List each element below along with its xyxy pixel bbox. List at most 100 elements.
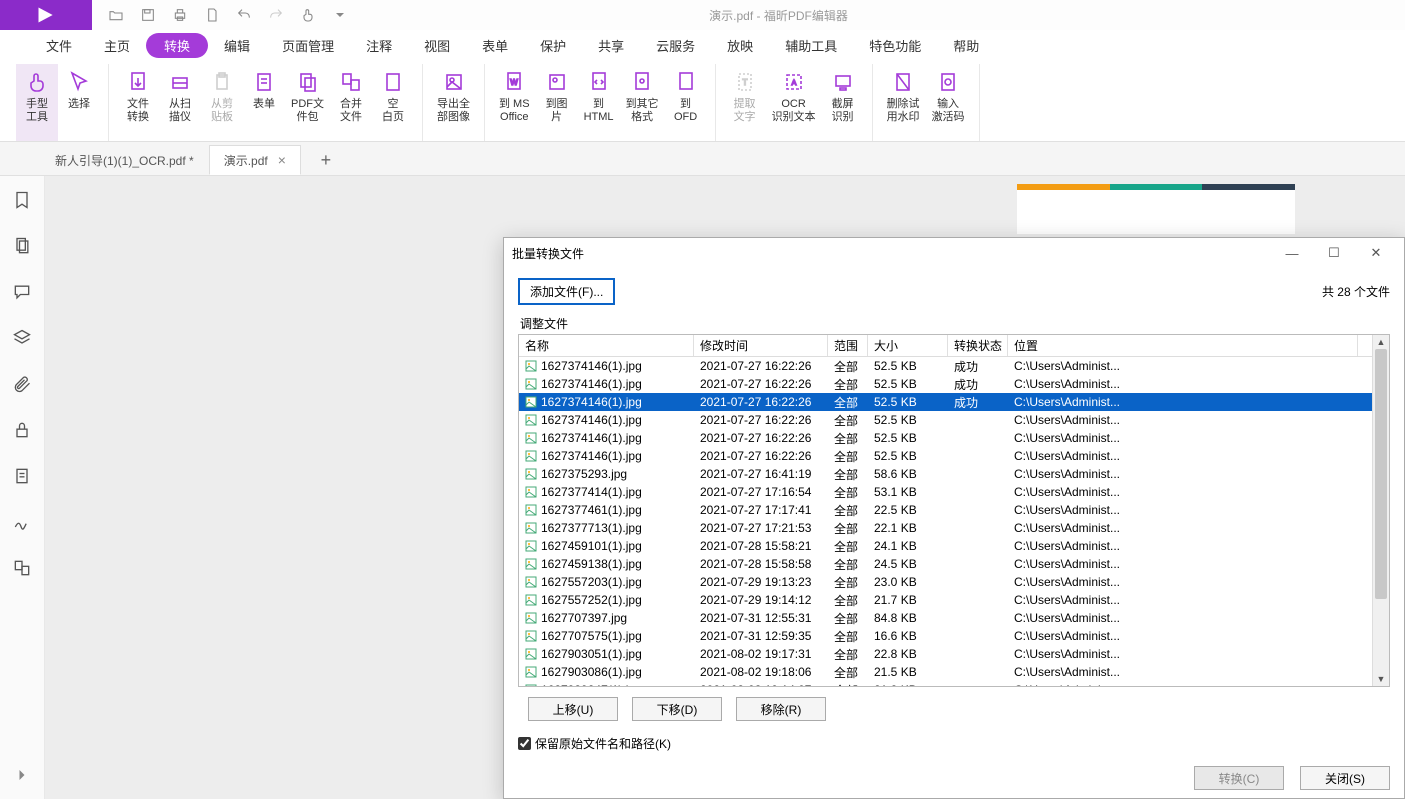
- menu-辅助工具[interactable]: 辅助工具: [769, 31, 853, 60]
- compare-icon[interactable]: [8, 554, 36, 582]
- ribbon-ofd[interactable]: 到 OFD: [665, 64, 707, 141]
- document-tab[interactable]: 新人引导(1)(1)_OCR.pdf *: [40, 145, 209, 175]
- file-row[interactable]: 1627377461(1).jpg2021-07-27 17:17:41全部22…: [519, 501, 1372, 519]
- col-name[interactable]: 名称: [519, 335, 694, 356]
- extract-icon: T: [731, 68, 759, 96]
- ribbon-screencap[interactable]: 截屏 识别: [822, 64, 864, 141]
- move-up-button[interactable]: 上移(U): [528, 697, 618, 721]
- ribbon-merge[interactable]: 合并 文件: [330, 64, 372, 141]
- ribbon-image[interactable]: 到图 片: [536, 64, 578, 141]
- menu-放映[interactable]: 放映: [711, 31, 769, 60]
- col-time[interactable]: 修改时间: [694, 335, 828, 356]
- file-row[interactable]: 1627374146(1).jpg2021-07-27 16:22:26全部52…: [519, 429, 1372, 447]
- comment-icon[interactable]: [8, 278, 36, 306]
- ribbon-html[interactable]: 到 HTML: [578, 64, 620, 141]
- ribbon-msoffice[interactable]: W到 MS Office: [493, 64, 536, 141]
- file-row[interactable]: 1627374146(1).jpg2021-07-27 16:22:26全部52…: [519, 393, 1372, 411]
- file-row[interactable]: 1627374146(1).jpg2021-07-27 16:22:26全部52…: [519, 375, 1372, 393]
- form-icon[interactable]: [8, 462, 36, 490]
- menu-视图[interactable]: 视图: [408, 31, 466, 60]
- col-status[interactable]: 转换状态: [948, 335, 1008, 356]
- file-row[interactable]: 1627707397.jpg2021-07-31 12:55:31全部84.8 …: [519, 609, 1372, 627]
- ribbon-form[interactable]: 表单: [243, 64, 285, 141]
- maximize-button[interactable]: ☐: [1314, 241, 1354, 265]
- file-row[interactable]: 1627557252(1).jpg2021-07-29 19:14:12全部21…: [519, 591, 1372, 609]
- menu-特色功能[interactable]: 特色功能: [853, 31, 937, 60]
- redo-icon[interactable]: [264, 3, 288, 27]
- expand-icon[interactable]: [8, 761, 36, 789]
- attachment-icon[interactable]: [8, 370, 36, 398]
- ribbon-ocr[interactable]: AOCR 识别文本: [766, 64, 822, 141]
- ribbon-hand[interactable]: 手型 工具: [16, 64, 58, 141]
- qat-dropdown-icon[interactable]: [328, 3, 352, 27]
- scroll-thumb[interactable]: [1375, 349, 1387, 599]
- menu-文件[interactable]: 文件: [30, 31, 88, 60]
- security-icon[interactable]: [8, 416, 36, 444]
- file-row[interactable]: 1627375293.jpg2021-07-27 16:41:19全部58.6 …: [519, 465, 1372, 483]
- close-dialog-button[interactable]: 关闭(S): [1300, 766, 1390, 790]
- file-row[interactable]: 1627374146(1).jpg2021-07-27 16:22:26全部52…: [519, 411, 1372, 429]
- menu-保护[interactable]: 保护: [524, 31, 582, 60]
- scroll-down-icon[interactable]: ▼: [1373, 672, 1389, 686]
- keep-original-checkbox[interactable]: 保留原始文件名和路径(K): [518, 735, 1390, 752]
- print-icon[interactable]: [168, 3, 192, 27]
- signature-icon[interactable]: [8, 508, 36, 536]
- section-label: 调整文件: [520, 315, 1390, 332]
- menu-编辑[interactable]: 编辑: [208, 31, 266, 60]
- close-button[interactable]: ✕: [1356, 241, 1396, 265]
- minimize-button[interactable]: —: [1272, 241, 1312, 265]
- undo-icon[interactable]: [232, 3, 256, 27]
- tab-close-icon[interactable]: ×: [278, 152, 286, 168]
- col-loc[interactable]: 位置: [1008, 335, 1358, 356]
- add-tab-button[interactable]: +: [311, 145, 341, 175]
- menu-共享[interactable]: 共享: [582, 31, 640, 60]
- col-range[interactable]: 范围: [828, 335, 868, 356]
- ribbon-other[interactable]: 到其它 格式: [620, 64, 665, 141]
- move-down-button[interactable]: 下移(D): [632, 697, 722, 721]
- file-row[interactable]: 1627707575(1).jpg2021-07-31 12:59:35全部16…: [519, 627, 1372, 645]
- scan-icon: [166, 68, 194, 96]
- ribbon-activate[interactable]: 输入 激活码: [926, 64, 971, 141]
- ribbon-blank[interactable]: 空 白页: [372, 64, 414, 141]
- menu-转换[interactable]: 转换: [146, 33, 208, 58]
- menu-注释[interactable]: 注释: [350, 31, 408, 60]
- menu-云服务[interactable]: 云服务: [640, 31, 711, 60]
- file-row[interactable]: 1627903051(1).jpg2021-08-02 19:17:31全部22…: [519, 645, 1372, 663]
- bookmark-icon[interactable]: [8, 186, 36, 214]
- ribbon-pkg[interactable]: PDF文 件包: [285, 64, 330, 141]
- file-list[interactable]: 名称修改时间范围大小转换状态位置1627374146(1).jpg2021-07…: [519, 335, 1372, 686]
- ribbon-watermark[interactable]: 删除试 用水印: [881, 64, 926, 141]
- pages-icon[interactable]: [8, 232, 36, 260]
- file-row[interactable]: 1627377414(1).jpg2021-07-27 17:16:54全部53…: [519, 483, 1372, 501]
- ribbon-select[interactable]: 选择: [58, 64, 100, 141]
- layers-icon[interactable]: [8, 324, 36, 352]
- menu-页面管理[interactable]: 页面管理: [266, 31, 350, 60]
- scroll-up-icon[interactable]: ▲: [1373, 335, 1389, 349]
- file-row[interactable]: 1627989247(1).jpg2021-08-03 19:14:07全部21…: [519, 681, 1372, 686]
- scrollbar[interactable]: ▲ ▼: [1372, 335, 1389, 686]
- keep-original-input[interactable]: [518, 737, 531, 750]
- remove-button[interactable]: 移除(R): [736, 697, 826, 721]
- file-row[interactable]: 1627377713(1).jpg2021-07-27 17:21:53全部22…: [519, 519, 1372, 537]
- document-tab[interactable]: 演示.pdf×: [209, 145, 301, 175]
- menu-表单[interactable]: 表单: [466, 31, 524, 60]
- file-row[interactable]: 1627459101(1).jpg2021-07-28 15:58:21全部24…: [519, 537, 1372, 555]
- file-row[interactable]: 1627557203(1).jpg2021-07-29 19:13:23全部23…: [519, 573, 1372, 591]
- save-icon[interactable]: [136, 3, 160, 27]
- ribbon-convert[interactable]: 文件 转换: [117, 64, 159, 141]
- menu-主页[interactable]: 主页: [88, 31, 146, 60]
- file-row[interactable]: 1627374146(1).jpg2021-07-27 16:22:26全部52…: [519, 357, 1372, 375]
- add-file-button[interactable]: 添加文件(F)...: [518, 278, 615, 305]
- convert-button[interactable]: 转换(C): [1194, 766, 1284, 790]
- menu-帮助[interactable]: 帮助: [937, 31, 995, 60]
- file-row[interactable]: 1627459138(1).jpg2021-07-28 15:58:58全部24…: [519, 555, 1372, 573]
- page-icon[interactable]: [200, 3, 224, 27]
- ribbon-exportimg[interactable]: 导出全 部图像: [431, 64, 476, 141]
- file-row[interactable]: 1627374146(1).jpg2021-07-27 16:22:26全部52…: [519, 447, 1372, 465]
- image-file-icon: [525, 666, 537, 678]
- col-size[interactable]: 大小: [868, 335, 948, 356]
- touch-icon[interactable]: [296, 3, 320, 27]
- file-row[interactable]: 1627903086(1).jpg2021-08-02 19:18:06全部21…: [519, 663, 1372, 681]
- open-icon[interactable]: [104, 3, 128, 27]
- ribbon-scan[interactable]: 从扫 描仪: [159, 64, 201, 141]
